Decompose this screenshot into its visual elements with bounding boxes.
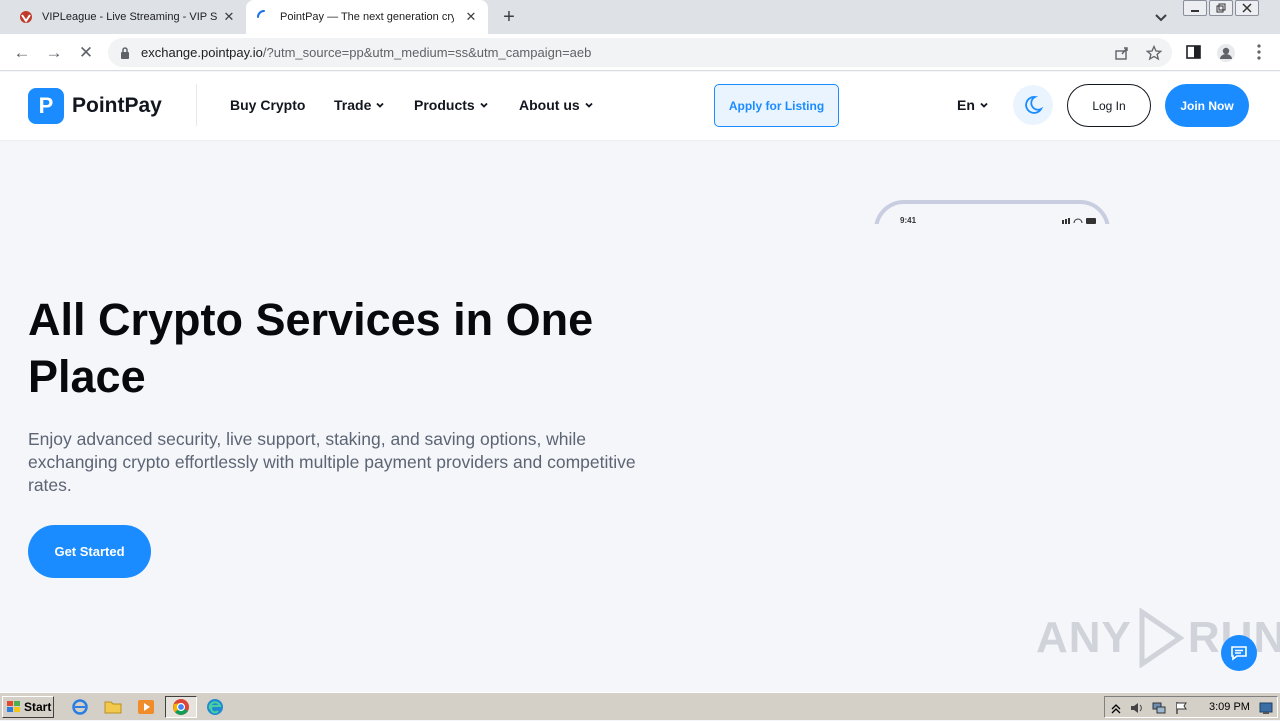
lock-icon xyxy=(120,46,130,59)
nav-buy-crypto[interactable]: Buy Crypto xyxy=(230,97,305,113)
tab-title: PointPay — The next generation cry xyxy=(280,11,454,23)
dark-mode-toggle[interactable] xyxy=(1013,85,1053,125)
chrome-icon xyxy=(173,699,189,715)
url-text: exchange.pointpay.io/?utm_source=pp&utm_… xyxy=(141,45,591,60)
url-host: exchange.pointpay.io xyxy=(141,45,263,60)
show-desktop-icon[interactable] xyxy=(1259,701,1273,715)
nav-trade[interactable]: Trade xyxy=(334,97,385,113)
window-controls xyxy=(1183,0,1261,18)
phone-status-icons xyxy=(1062,218,1096,224)
tray-expand-icon[interactable] xyxy=(1109,701,1123,715)
url-query: /?utm_source=pp&utm_medium=ss&utm_campai… xyxy=(262,45,592,60)
stop-loading-icon[interactable]: ✕ xyxy=(75,42,97,64)
chat-bubble-icon xyxy=(1231,646,1247,661)
loading-spinner-icon xyxy=(256,9,272,25)
restore-button[interactable] xyxy=(1209,0,1233,16)
site-header: P PointPay Buy Crypto Trade Products Abo… xyxy=(0,72,1280,140)
edge-icon[interactable] xyxy=(206,698,224,716)
start-label: Start xyxy=(24,700,52,714)
minimize-button[interactable] xyxy=(1183,0,1207,16)
browser-tab-vipleague[interactable]: VIPLeague - Live Streaming - VIP Sp ✕ xyxy=(0,0,246,34)
nav-label: Trade xyxy=(334,97,372,113)
action-center-flag-icon[interactable] xyxy=(1175,701,1189,715)
apply-for-listing-button[interactable]: Apply for Listing xyxy=(714,84,839,127)
language-selector[interactable]: En xyxy=(957,97,989,113)
file-explorer-icon[interactable] xyxy=(104,698,122,716)
chevron-down-icon xyxy=(376,102,384,108)
hero-title: All Crypto Services in One Place xyxy=(28,294,594,402)
nav-products[interactable]: Products xyxy=(414,97,489,113)
new-tab-button[interactable]: + xyxy=(498,6,520,28)
browser-toolbar: ← → ✕ exchange.pointpay.io/?utm_source=p… xyxy=(0,34,1280,71)
phone-mockup: 9:41 xyxy=(874,200,1110,224)
forward-arrow-icon[interactable]: → xyxy=(43,42,65,64)
tab-close-icon[interactable]: ✕ xyxy=(222,10,236,24)
system-tray: 3:09 PM xyxy=(1104,696,1278,718)
logo-mark: P xyxy=(28,88,64,124)
chevron-down-icon xyxy=(585,102,593,108)
phone-time: 9:41 xyxy=(900,216,917,224)
tab-title: VIPLeague - Live Streaming - VIP Sp xyxy=(42,11,218,23)
nav-label: Buy Crypto xyxy=(230,97,306,113)
close-window-button[interactable] xyxy=(1235,0,1259,16)
browser-tab-strip: VIPLeague - Live Streaming - VIP Sp ✕ Po… xyxy=(0,0,1280,34)
watermark-text-left: ANY xyxy=(1036,613,1132,662)
bookmark-star-icon[interactable] xyxy=(1145,44,1163,61)
phone-frame: 9:41 xyxy=(874,200,1110,224)
hero-subtitle: Enjoy advanced security, live support, s… xyxy=(28,429,636,495)
side-panel-icon[interactable] xyxy=(1185,43,1203,61)
windows-logo-icon xyxy=(7,701,20,712)
tab-close-icon[interactable]: ✕ xyxy=(464,10,478,24)
browser-tab-pointpay[interactable]: PointPay — The next generation cry ✕ xyxy=(246,0,488,34)
tab-search-chevron-icon[interactable] xyxy=(1152,8,1170,26)
get-started-button[interactable]: Get Started xyxy=(28,525,151,578)
nav-label: About us xyxy=(519,97,580,113)
log-in-button[interactable]: Log In xyxy=(1067,84,1151,127)
windows-taskbar: Start 3:09 PM xyxy=(0,692,1280,720)
chevron-down-icon xyxy=(980,102,988,108)
pointpay-logo[interactable]: P PointPay xyxy=(28,88,162,124)
logo-text: PointPay xyxy=(72,94,162,117)
start-button[interactable]: Start xyxy=(2,696,54,718)
vipleague-favicon-icon xyxy=(18,9,34,25)
moon-icon xyxy=(1025,96,1044,114)
back-arrow-icon[interactable]: ← xyxy=(11,42,33,64)
internet-explorer-icon[interactable] xyxy=(71,698,89,716)
chrome-taskbar-button[interactable] xyxy=(165,696,197,718)
address-bar[interactable]: exchange.pointpay.io/?utm_source=pp&utm_… xyxy=(108,38,1172,67)
media-player-icon[interactable] xyxy=(137,698,155,716)
network-icon[interactable] xyxy=(1152,701,1166,715)
share-icon[interactable] xyxy=(1114,45,1130,61)
header-divider xyxy=(196,84,197,126)
volume-icon[interactable] xyxy=(1130,701,1144,715)
chevron-down-icon xyxy=(480,102,488,108)
join-now-button[interactable]: Join Now xyxy=(1165,84,1249,127)
nav-label: Products xyxy=(414,97,475,113)
taskbar-clock: 3:09 PM xyxy=(1209,701,1250,713)
play-triangle-icon xyxy=(1139,608,1185,668)
language-label: En xyxy=(957,97,975,113)
chat-support-button[interactable] xyxy=(1221,635,1257,671)
browser-menu-icon[interactable] xyxy=(1250,43,1268,61)
nav-about-us[interactable]: About us xyxy=(519,97,594,113)
profile-avatar-icon[interactable] xyxy=(1216,43,1235,62)
